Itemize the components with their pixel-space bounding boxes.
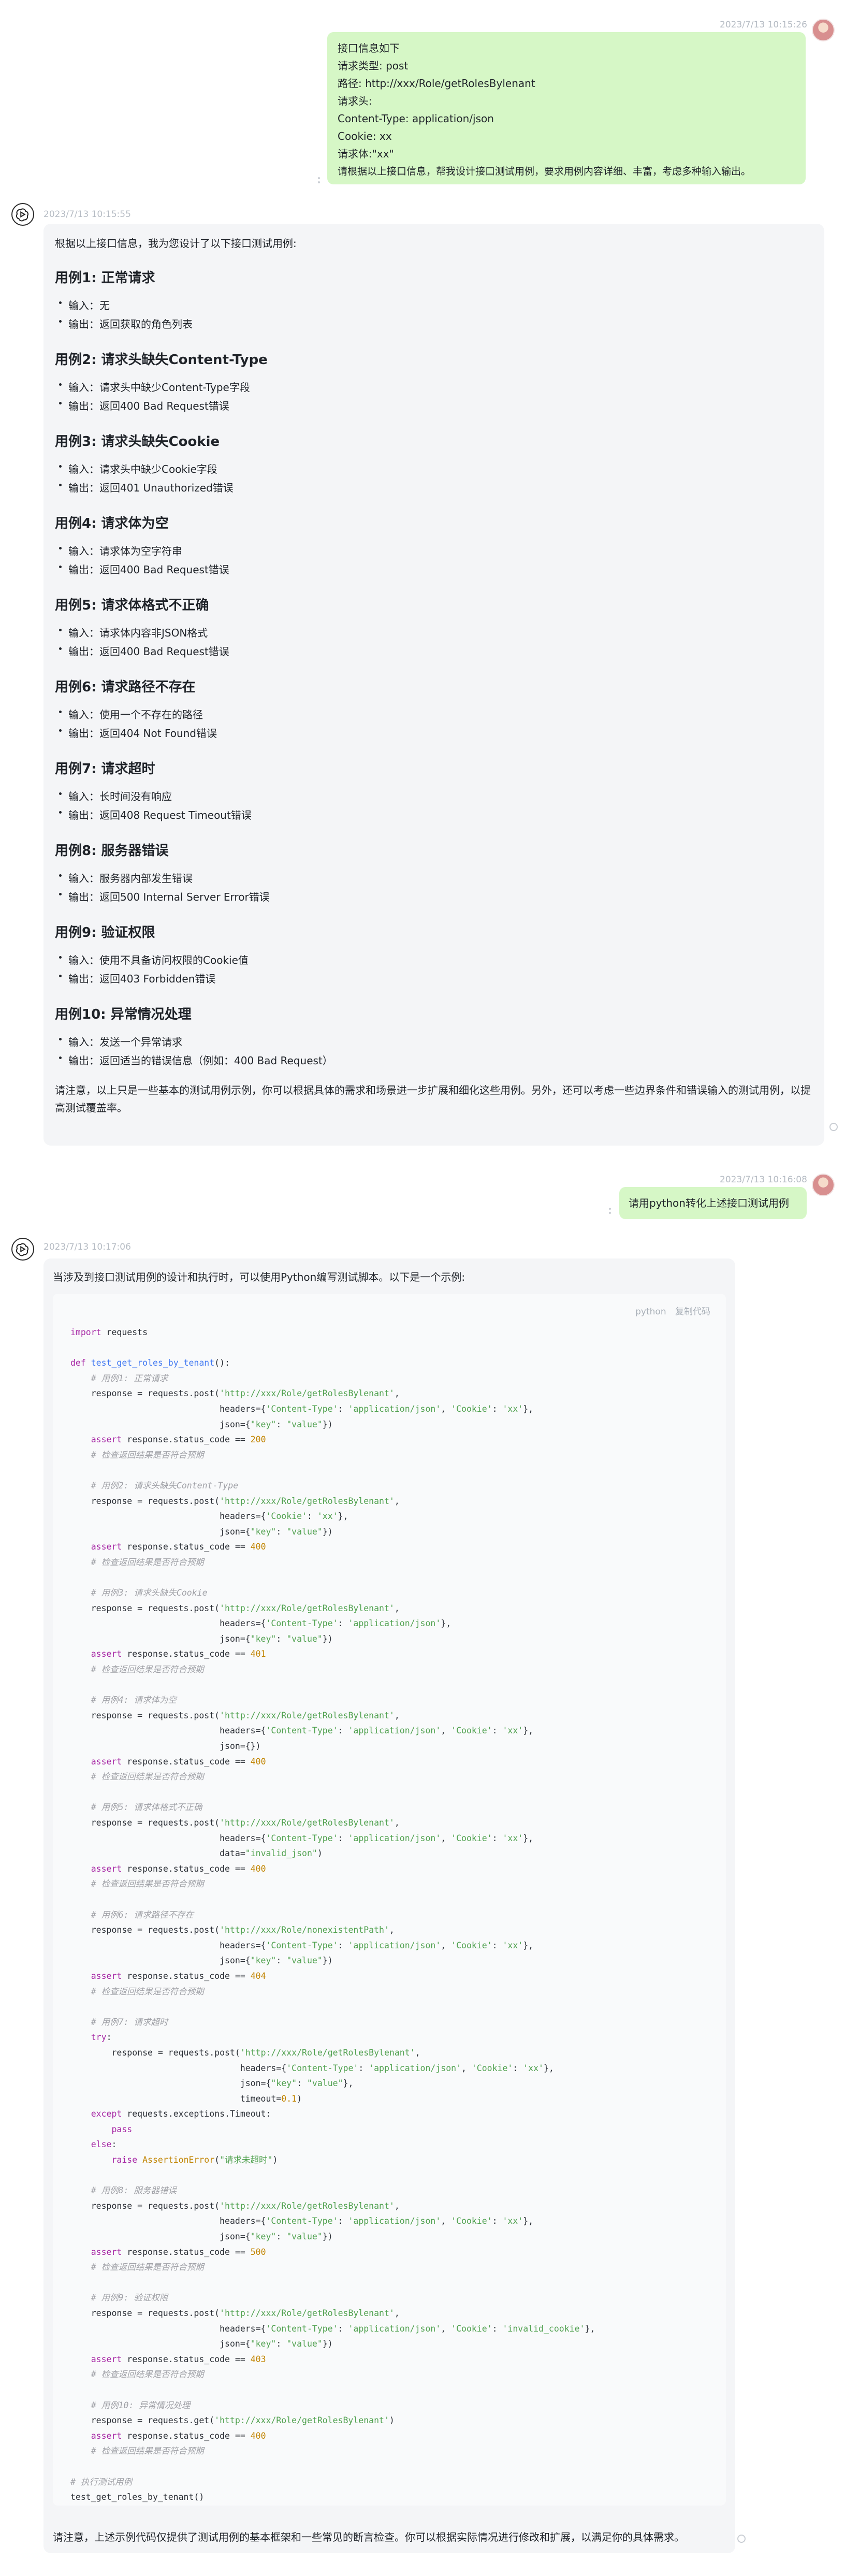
message-line: 路径: http://xxx/Role/getRolesBylenant (338, 77, 535, 90)
test-case-input: 输入：使用不具备访问权限的Cookie值 (59, 951, 813, 969)
test-case-output: 输出：返回404 Not Found错误 (59, 724, 813, 743)
test-case-input: 输入：请求体内容非JSON格式 (59, 624, 813, 642)
test-case: 用例10: 异常情况处理 输入：发送一个异常请求 输出：返回适当的错误信息（例如… (55, 1006, 813, 1070)
test-case-title: 用例8: 服务器错误 (55, 843, 169, 859)
test-case: 用例3: 请求头缺失Cookie 输入：请求头中缺少Cookie字段 输出：返回… (55, 433, 813, 497)
user-avatar (812, 1174, 835, 1196)
user-avatar (812, 19, 835, 41)
assistant-outro: 请注意，以上只是一些基本的测试用例示例，你可以根据具体的需求和场景进一步扩展和细… (55, 1084, 811, 1114)
message-timestamp: 2023/7/13 10:17:06 (43, 1242, 131, 1252)
test-case-input: 输入：请求体为空字符串 (59, 542, 813, 560)
message-line: Cookie: xx (338, 130, 392, 142)
test-case-input: 输入：使用一个不存在的路径 (59, 705, 813, 724)
test-case-output: 输出：返回适当的错误信息（例如：400 Bad Request） (59, 1051, 813, 1070)
assistant-message-card: 当涉及到接口测试用例的设计和执行时，可以使用Python编写测试脚本。以下是一个… (43, 1258, 735, 2553)
copy-code-button[interactable]: 复制代码 (675, 1307, 710, 1317)
test-case-input: 输入：无 (59, 296, 813, 315)
test-case-title: 用例2: 请求头缺失Content-Type (55, 352, 268, 368)
assistant-message-card: 根据以上接口信息，我为您设计了以下接口测试用例: 用例1: 正常请求 输入：无 … (43, 224, 824, 1146)
test-case-input: 输入：发送一个异常请求 (59, 1033, 813, 1051)
code-language-label: python (635, 1307, 666, 1317)
test-case-title: 用例1: 正常请求 (55, 270, 155, 286)
message-line: 请根据以上接口信息，帮我设计接口测试用例，要求用例内容详细、丰富，考虑多种输入输… (338, 166, 751, 177)
test-case: 用例9: 验证权限 输入：使用不具备访问权限的Cookie值 输出：返回403 … (55, 924, 813, 988)
more-vertical-icon[interactable] (318, 177, 320, 183)
user-message-bubble: 接口信息如下 请求类型: post 路径: http://xxx/Role/ge… (327, 32, 806, 184)
test-case-input: 输入：长时间没有响应 (59, 787, 813, 806)
openai-logo-icon (11, 1238, 34, 1261)
test-case-title: 用例5: 请求体格式不正确 (55, 598, 209, 613)
test-case-title: 用例3: 请求头缺失Cookie (55, 434, 220, 450)
test-case-output: 输出：返回400 Bad Request错误 (59, 397, 813, 415)
assistant-intro: 根据以上接口信息，我为您设计了以下接口测试用例: (55, 237, 297, 250)
code-block-header: python 复制代码 (629, 1304, 710, 1317)
code-content: import requests def test_get_roles_by_te… (70, 1327, 595, 2502)
message-line: 请用python转化上述接口测试用例 (629, 1197, 789, 1209)
message-line: 请求类型: post (338, 60, 409, 72)
test-case: 用例5: 请求体格式不正确 输入：请求体内容非JSON格式 输出：返回400 B… (55, 597, 813, 661)
message-timestamp: 2023/7/13 10:16:08 (720, 1175, 807, 1185)
message-line: 接口信息如下 (338, 42, 400, 54)
test-case-output: 输出：返回408 Request Timeout错误 (59, 806, 813, 824)
test-case: 用例1: 正常请求 输入：无 输出：返回获取的角色列表 (55, 269, 813, 334)
message-timestamp: 2023/7/13 10:15:55 (43, 209, 131, 220)
test-case-input: 输入：请求头中缺少Cookie字段 (59, 460, 813, 479)
circle-icon[interactable] (829, 1123, 838, 1131)
test-case-title: 用例4: 请求体为空 (55, 516, 169, 531)
test-case: 用例8: 服务器错误 输入：服务器内部发生错误 输出：返回500 Interna… (55, 842, 813, 906)
openai-logo-icon (11, 203, 34, 226)
message-line: Content-Type: application/json (338, 112, 494, 125)
message-line: 请求头: (338, 95, 372, 107)
user-message-bubble: 请用python转化上述接口测试用例 (619, 1187, 807, 1219)
message-timestamp: 2023/7/13 10:15:26 (720, 20, 807, 30)
test-case-output: 输出：返回获取的角色列表 (59, 315, 813, 334)
test-case-output: 输出：返回500 Internal Server Error错误 (59, 888, 813, 906)
test-case-output: 输出：返回401 Unauthorized错误 (59, 479, 813, 497)
test-case: 用例6: 请求路径不存在 输入：使用一个不存在的路径 输出：返回404 Not … (55, 678, 813, 743)
assistant-intro: 当涉及到接口测试用例的设计和执行时，可以使用Python编写测试脚本。以下是一个… (53, 1271, 465, 1283)
test-case-title: 用例10: 异常情况处理 (55, 1007, 192, 1022)
test-case-title: 用例7: 请求超时 (55, 761, 155, 777)
test-case-output: 输出：返回400 Bad Request错误 (59, 642, 813, 661)
test-case: 用例4: 请求体为空 输入：请求体为空字符串 输出：返回400 Bad Requ… (55, 515, 813, 579)
test-case-output: 输出：返回403 Forbidden错误 (59, 969, 813, 988)
code-block: python 复制代码 import requests def test_get… (53, 1294, 726, 2506)
message-line: 请求体:"xx" (338, 148, 394, 160)
test-case-title: 用例6: 请求路径不存在 (55, 679, 196, 695)
test-case: 用例7: 请求超时 输入：长时间没有响应 输出：返回408 Request Ti… (55, 760, 813, 824)
circle-icon[interactable] (737, 2535, 746, 2543)
test-case-title: 用例9: 验证权限 (55, 925, 155, 940)
more-vertical-icon[interactable] (609, 1208, 611, 1214)
test-case-input: 输入：请求头中缺少Content-Type字段 (59, 378, 813, 397)
assistant-outro: 请注意，上述示例代码仅提供了测试用例的基本框架和一些常见的断言检查。你可以根据实… (53, 2531, 684, 2543)
test-case-output: 输出：返回400 Bad Request错误 (59, 560, 813, 579)
test-case-input: 输入：服务器内部发生错误 (59, 869, 813, 888)
test-case: 用例2: 请求头缺失Content-Type 输入：请求头中缺少Content-… (55, 351, 813, 415)
